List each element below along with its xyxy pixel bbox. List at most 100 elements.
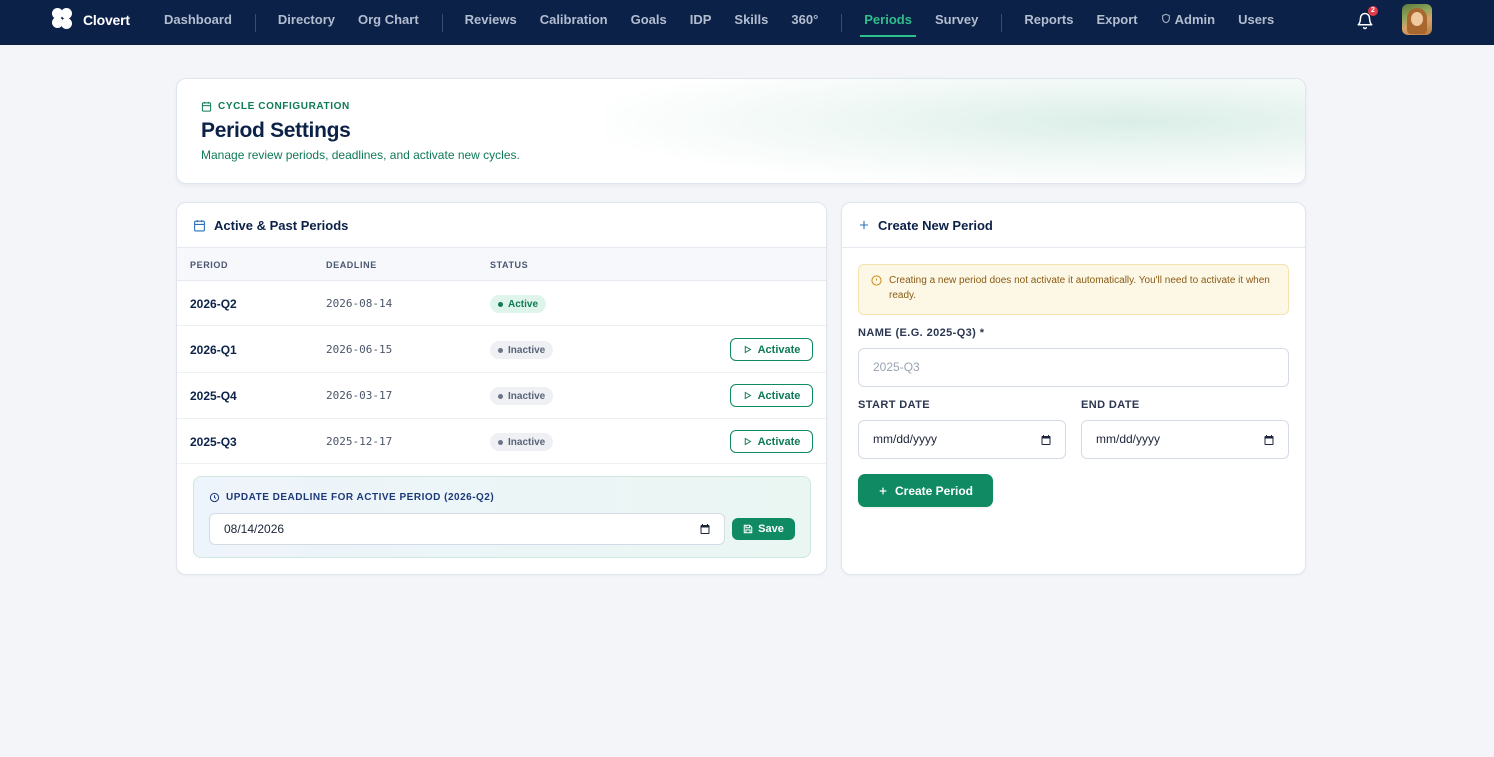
nav-item-users[interactable]: Users [1238, 0, 1274, 45]
update-deadline-label: UPDATE DEADLINE FOR ACTIVE PERIOD (2026-… [209, 492, 494, 503]
period-name-placeholder: 2025-Q3 [873, 360, 920, 374]
deadline-date-input[interactable]: 08/14/2026 [209, 513, 725, 545]
create-period-button[interactable]: Create Period [858, 474, 993, 507]
table-row: 2026-Q1 2026-06-15 Inactive Activate [177, 326, 826, 373]
end-date-label: END DATE [1081, 399, 1140, 411]
nav-item-label: Periods [864, 12, 912, 27]
nav-item-admin[interactable]: Admin [1161, 0, 1215, 45]
nav-item-export[interactable]: Export [1096, 0, 1137, 45]
nav-divider [441, 13, 443, 32]
status-label: Inactive [508, 390, 546, 402]
top-navigation: Clovert Dashboard Directory Org Chart Revie… [0, 0, 1494, 45]
save-deadline-button[interactable]: Save [732, 518, 795, 540]
nav-item-360[interactable]: 360° [791, 0, 818, 45]
nav-item-label: Reports [1024, 12, 1074, 27]
calendar-picker-icon[interactable] [1040, 434, 1052, 446]
activate-button-label: Activate [757, 389, 801, 402]
nav-divider [254, 13, 256, 32]
nav-divider [841, 13, 843, 32]
table-row: 2025-Q4 2026-03-17 Inactive Activate [177, 373, 826, 419]
status-label: Inactive [508, 344, 546, 356]
nav-item-org-chart[interactable]: Org Chart [358, 0, 419, 45]
table-row: 2025-Q3 2025-12-17 Inactive Activate [177, 419, 826, 464]
status-label: Active [508, 298, 539, 310]
status-badge: Inactive [490, 433, 554, 451]
nav-divider [1001, 13, 1003, 32]
calendar-icon [201, 101, 212, 112]
activate-button-label: Activate [757, 435, 801, 448]
info-notice-text: Creating a new period does not activate … [889, 275, 1270, 301]
status-badge: Active [490, 295, 547, 313]
status-dot-icon [498, 393, 503, 399]
periods-table-header: PERIOD DEADLINE STATUS [177, 248, 826, 281]
activate-button[interactable]: Activate [730, 338, 813, 361]
status-dot-icon [498, 439, 503, 445]
start-date-input[interactable]: mm/dd/yyyy [858, 420, 1066, 459]
nav-item-label: Goals [630, 12, 667, 27]
nav-item-periods[interactable]: Periods [860, 0, 916, 45]
nav-item-survey[interactable]: Survey [935, 0, 978, 45]
status-badge: Inactive [490, 341, 554, 359]
start-date-value: mm/dd/yyyy [873, 432, 938, 446]
status-dot-icon [498, 301, 503, 307]
brand-name: Clovert [83, 12, 130, 28]
nav-item-label: Dashboard [164, 12, 232, 27]
play-icon [744, 345, 752, 354]
status-dot-icon [498, 347, 503, 353]
calendar-picker-icon[interactable] [1263, 434, 1275, 446]
create-card-header: Create New Period [842, 203, 1305, 248]
page-title: Period Settings [201, 119, 351, 142]
nav-item-label: 360° [791, 12, 819, 27]
play-icon [744, 437, 752, 446]
activate-button[interactable]: Activate [730, 430, 813, 453]
clock-icon [209, 492, 220, 503]
start-date-label: START DATE [858, 399, 931, 411]
nav-item-reports[interactable]: Reports [1024, 0, 1073, 45]
nav-item-label: Reviews [464, 12, 517, 27]
plus-icon [860, 221, 868, 229]
page-subtitle: Manage review periods, deadlines, and ac… [201, 148, 520, 162]
nav-item-dashboard[interactable]: Dashboard [164, 0, 232, 45]
nav-item-skills[interactable]: Skills [734, 0, 768, 45]
eyebrow-label: CYCLE CONFIGURATION [218, 101, 350, 112]
nav-menu: Dashboard Directory Org Chart Reviews Calibr… [164, 0, 1297, 45]
period-deadline: 2025-12-17 [326, 435, 393, 448]
nav-item-directory[interactable]: Directory [278, 0, 335, 45]
calendar-picker-icon[interactable] [699, 523, 711, 535]
nav-item-label: Org Chart [357, 12, 419, 27]
period-deadline: 2026-03-17 [326, 389, 393, 402]
nav-item-calibration[interactable]: Calibration [540, 0, 608, 45]
periods-card-header: Active & Past Periods [177, 203, 826, 248]
user-avatar[interactable] [1402, 4, 1432, 35]
plus-icon [879, 487, 887, 494]
status-label: Inactive [508, 436, 546, 448]
period-name: 2025-Q3 [190, 435, 237, 449]
period-name: 2025-Q4 [190, 389, 237, 403]
nav-item-idp[interactable]: IDP [690, 0, 712, 45]
nav-item-label: Admin [1174, 12, 1216, 27]
nav-item-label: Skills [734, 12, 769, 27]
activate-button[interactable]: Activate [730, 384, 813, 407]
name-label: NAME (E.G. 2025-Q3) * [858, 327, 985, 339]
status-badge: Inactive [490, 387, 554, 405]
table-row: 2026-Q2 2026-08-14 Active [177, 282, 826, 326]
deadline-date-value: 08/14/2026 [224, 522, 285, 536]
nav-item-label: Export [1096, 12, 1138, 27]
period-name: 2026-Q1 [190, 343, 237, 357]
end-date-input[interactable]: mm/dd/yyyy [1081, 420, 1289, 459]
brand[interactable]: Clovert [51, 8, 130, 32]
nav-item-label: IDP [689, 12, 712, 27]
nav-item-reviews[interactable]: Reviews [465, 0, 517, 45]
activate-button-label: Activate [757, 343, 801, 356]
period-name-input[interactable]: 2025-Q3 [858, 348, 1289, 387]
page-header-card: CYCLE CONFIGURATION Period Settings Mana… [176, 78, 1306, 184]
periods-card: Active & Past Periods PERIOD DEADLINE ST… [176, 202, 827, 575]
nav-item-label: Survey [934, 12, 979, 27]
create-period-card: Create New Period Creating a new period … [841, 202, 1306, 575]
info-notice: Creating a new period does not activate … [858, 264, 1289, 315]
nav-item-goals[interactable]: Goals [631, 0, 667, 45]
column-header-deadline: DEADLINE [326, 260, 377, 270]
update-deadline-panel: UPDATE DEADLINE FOR ACTIVE PERIOD (2026-… [193, 476, 811, 558]
column-header-period: PERIOD [190, 260, 229, 270]
nav-item-label: Calibration [539, 12, 608, 27]
